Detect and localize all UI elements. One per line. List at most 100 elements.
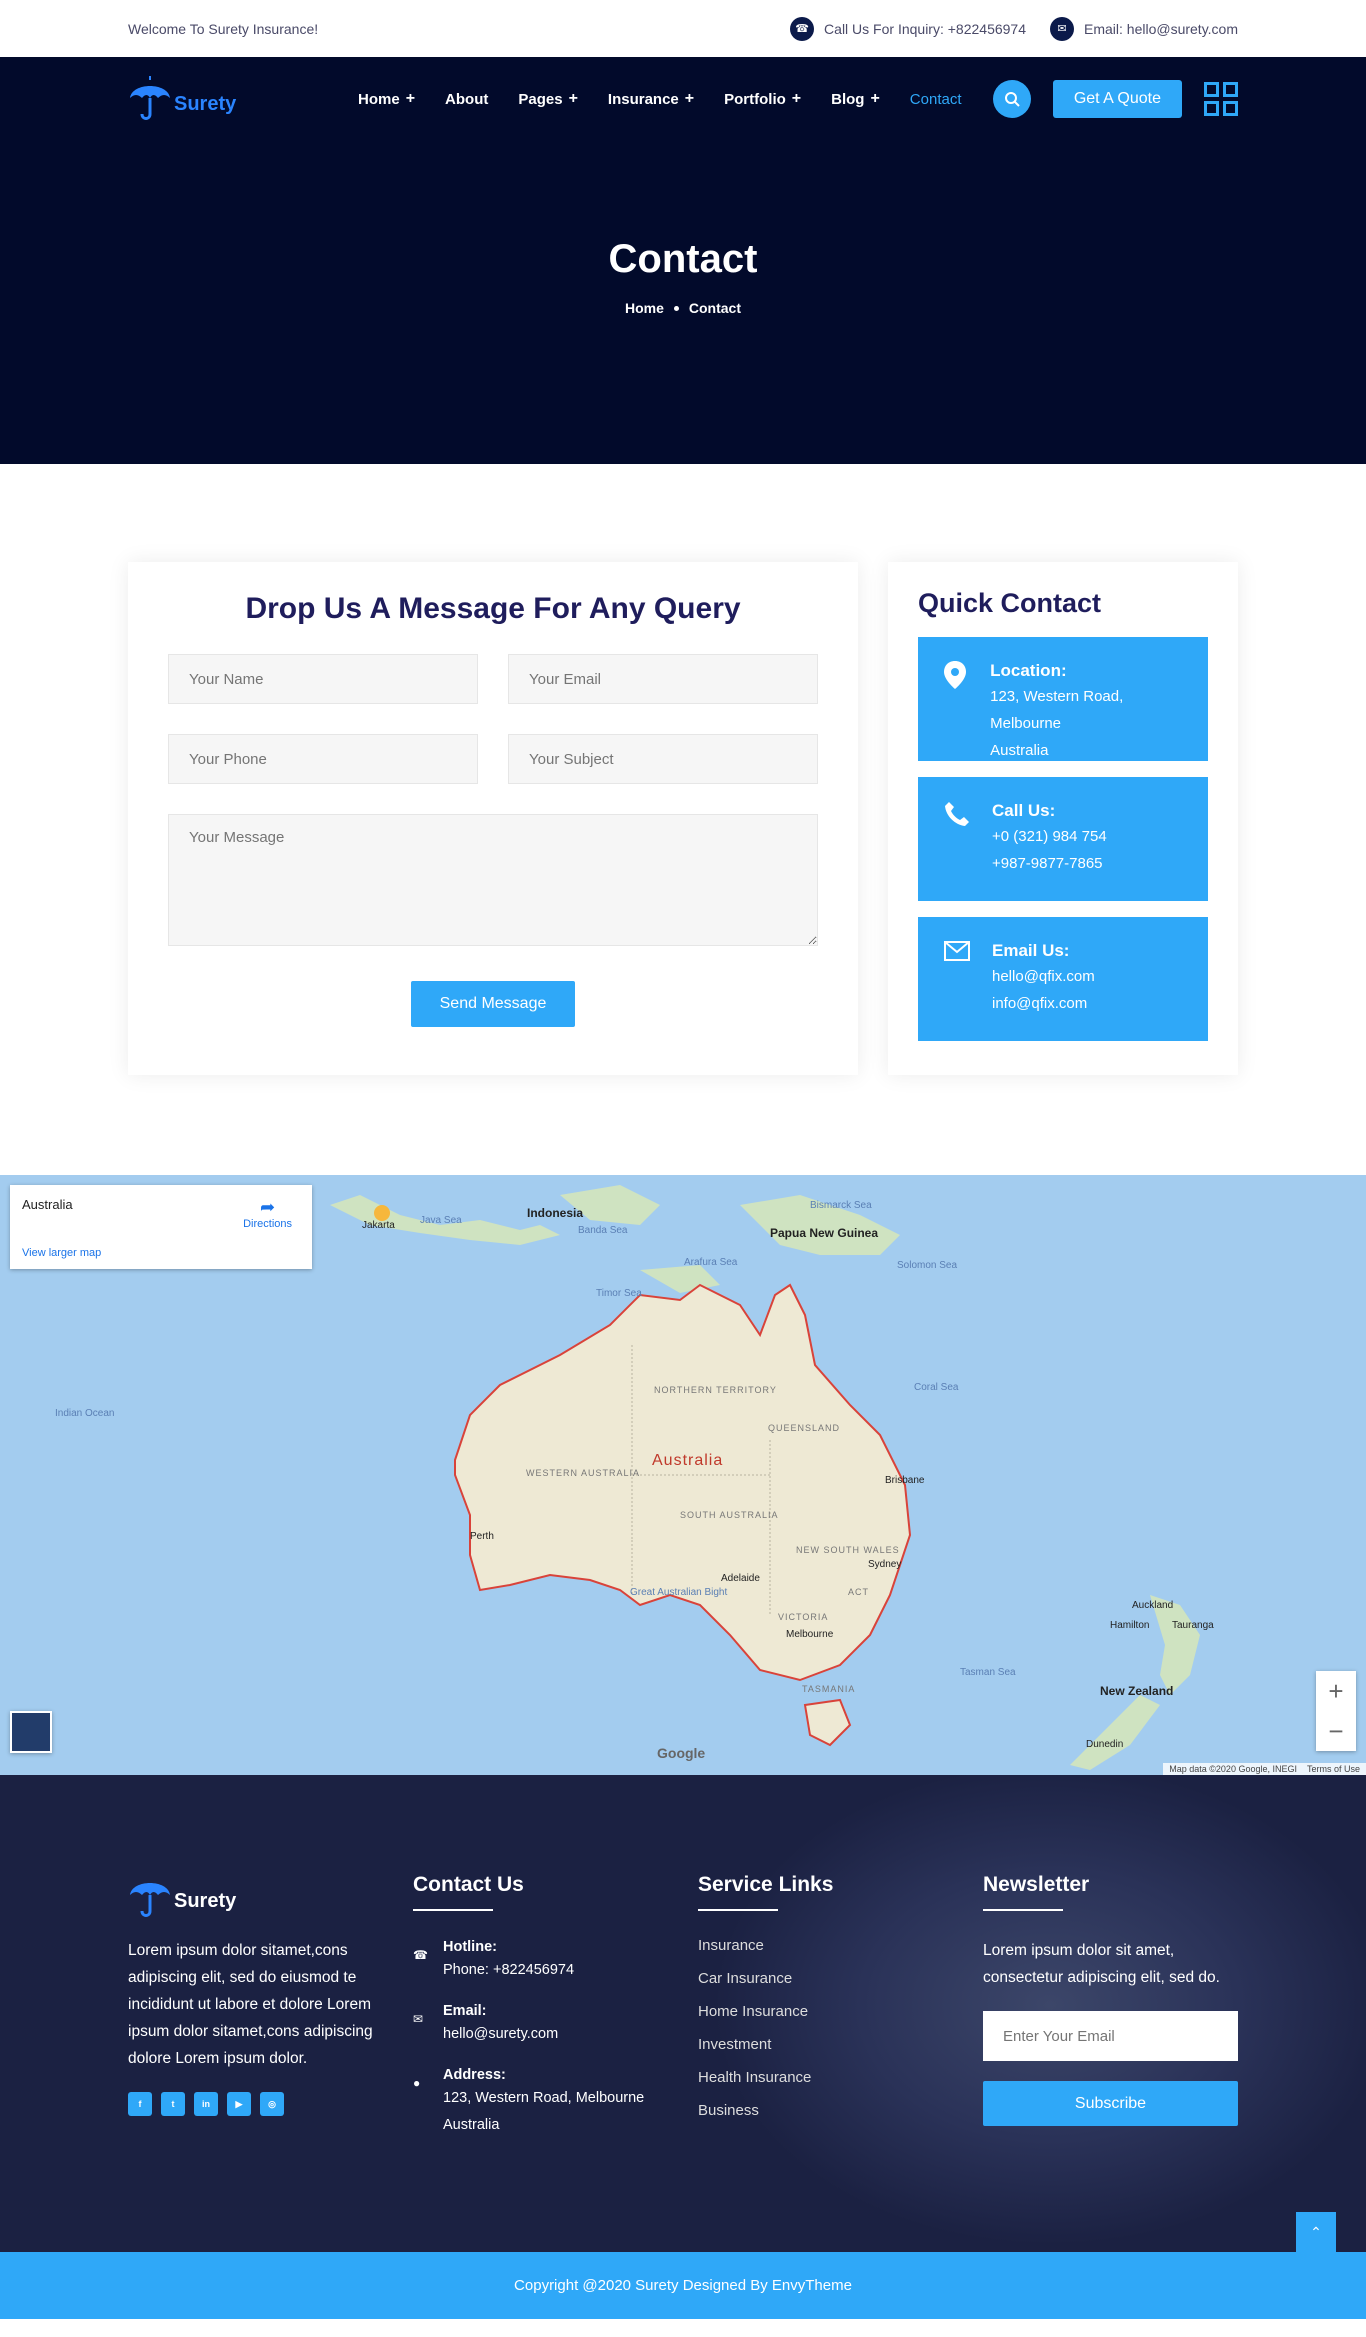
map-label: Arafura Sea: [684, 1257, 738, 1268]
twitter-icon[interactable]: t: [161, 2092, 185, 2116]
map-marker[interactable]: [374, 1205, 390, 1221]
footer-link[interactable]: Car Insurance: [698, 1970, 953, 1987]
linkedin-icon[interactable]: in: [194, 2092, 218, 2116]
umbrella-icon: [130, 1883, 170, 1917]
zoom-in-button[interactable]: +: [1316, 1671, 1356, 1711]
satellite-toggle[interactable]: [10, 1711, 52, 1753]
address-title: Address:: [443, 2067, 506, 2083]
map-label: Tauranga: [1172, 1620, 1214, 1631]
grid-menu-icon[interactable]: [1204, 82, 1238, 116]
map-terms-link[interactable]: Terms of Use: [1307, 1764, 1360, 1774]
nav-item-label: About: [445, 90, 489, 108]
breadcrumb: Home Contact: [0, 300, 1366, 316]
plus-icon: +: [684, 90, 695, 107]
back-to-top-button[interactable]: ⌃: [1296, 2212, 1336, 2252]
call-line[interactable]: +987-9877-7865: [992, 850, 1107, 877]
nav-item-label: Pages: [518, 90, 563, 108]
map-label: Solomon Sea: [897, 1260, 957, 1271]
send-message-button[interactable]: Send Message: [411, 981, 575, 1027]
footer-logo[interactable]: Surety: [128, 1873, 328, 1919]
copyright-bar: Copyright @2020 Surety Designed By EnvyT…: [0, 2252, 1366, 2319]
zoom-out-button[interactable]: −: [1316, 1711, 1356, 1751]
logo[interactable]: Surety: [128, 76, 328, 122]
newsletter-title: Newsletter: [983, 1873, 1238, 1911]
breadcrumb-home[interactable]: Home: [625, 300, 664, 316]
email-input[interactable]: [508, 654, 818, 704]
footer-link[interactable]: Business: [698, 2102, 953, 2119]
newsletter-text: Lorem ipsum dolor sit amet, consectetur …: [983, 1942, 1220, 1986]
map-label: Perth: [470, 1531, 494, 1542]
name-input[interactable]: [168, 654, 478, 704]
map-label: Dunedin: [1086, 1739, 1123, 1750]
quick-contact-call: Call Us: +0 (321) 984 754 +987-9877-7865: [918, 777, 1208, 901]
email-title: Email Us:: [992, 941, 1070, 960]
zoom-control: + −: [1316, 1671, 1356, 1751]
map-label: Hamilton: [1110, 1620, 1149, 1631]
footer: Surety Lorem ipsum dolor sitamet,cons ad…: [0, 1775, 1366, 2252]
footer-link[interactable]: Investment: [698, 2036, 953, 2053]
call-line[interactable]: +0 (321) 984 754: [992, 823, 1107, 850]
message-textarea[interactable]: [168, 814, 818, 946]
email-value[interactable]: hello@surety.com: [443, 2026, 558, 2042]
nav-item-about[interactable]: About: [445, 90, 488, 108]
footer-about-text: Lorem ipsum dolor sitamet,cons adipiscin…: [128, 1942, 373, 2067]
quick-contact-card: Quick Contact Location: 123, Western Roa…: [888, 562, 1238, 1075]
location-line: Australia: [990, 742, 1049, 759]
view-larger-map-link[interactable]: View larger map: [22, 1247, 101, 1259]
social-links: f t in ▶ ◎: [128, 2092, 383, 2116]
call-title: Call Us:: [992, 801, 1056, 820]
email-line[interactable]: hello@qfix.com: [992, 963, 1095, 990]
map-label: SOUTH AUSTRALIA: [680, 1510, 779, 1520]
envelope-icon: ✉: [1050, 16, 1074, 41]
email-line[interactable]: info@qfix.com: [992, 990, 1095, 1017]
subject-input[interactable]: [508, 734, 818, 784]
footer-links-title: Service Links: [698, 1873, 953, 1911]
nav-item-portfolio[interactable]: Portfolio +: [724, 90, 801, 108]
search-button[interactable]: [992, 80, 1031, 118]
nav-item-blog[interactable]: Blog +: [831, 90, 880, 108]
google-map[interactable]: Java Sea Banda Sea Bismarck Sea Solomon …: [0, 1175, 1366, 1775]
google-logo: Google: [657, 1745, 706, 1761]
footer-contact-title: Contact Us: [413, 1873, 668, 1911]
get-quote-button[interactable]: Get A Quote: [1052, 80, 1182, 118]
topbar-email[interactable]: ✉ Email: hello@surety.com: [1050, 16, 1238, 41]
nav-item-label: Home: [358, 90, 400, 108]
breadcrumb-current: Contact: [688, 300, 742, 316]
phone-input[interactable]: [168, 734, 478, 784]
footer-link[interactable]: Health Insurance: [698, 2069, 953, 2086]
map-label: Jakarta: [362, 1220, 395, 1231]
nav-item-pages[interactable]: Pages +: [518, 90, 578, 108]
page-hero: Contact Home Contact: [0, 141, 1366, 464]
youtube-icon[interactable]: ▶: [227, 2092, 251, 2116]
main-nav: Surety Home + About Pages + Insurance + Portfol…: [0, 57, 1366, 141]
hotline-value[interactable]: Phone: +822456974: [443, 1962, 574, 1978]
nav-item-contact[interactable]: Contact: [910, 90, 962, 108]
form-title: Drop Us A Message For Any Query: [245, 592, 741, 625]
footer-about: Surety Lorem ipsum dolor sitamet,cons ad…: [128, 1873, 383, 2156]
location-title: Location:: [990, 661, 1067, 680]
topbar-phone-text: Call Us For Inquiry: +822456974: [824, 20, 1026, 37]
footer-link[interactable]: Insurance: [698, 1937, 953, 1954]
facebook-icon[interactable]: f: [128, 2092, 152, 2116]
map-label: Timor Sea: [596, 1288, 642, 1299]
map-label: Papua New Guinea: [770, 1226, 878, 1240]
topbar-phone[interactable]: ☎ Call Us For Inquiry: +822456974: [790, 16, 1026, 41]
subscribe-button[interactable]: Subscribe: [983, 2081, 1238, 2126]
footer-link[interactable]: Home Insurance: [698, 2003, 953, 2020]
directions-link[interactable]: ➦ Directions: [243, 1197, 292, 1230]
newsletter-email-input[interactable]: [983, 2011, 1238, 2061]
footer-service-links: Service Links Insurance Car Insurance Home…: [698, 1873, 953, 2156]
map-label: VICTORIA: [778, 1612, 828, 1622]
footer-contact: Contact Us ☎ Hotline: Phone: +822456974 ✉…: [413, 1873, 668, 2156]
plus-icon: +: [791, 90, 802, 107]
map-info-card: Australia ➦ Directions View larger map: [10, 1185, 312, 1269]
directions-label: Directions: [243, 1218, 292, 1230]
nav-item-insurance[interactable]: Insurance +: [608, 90, 694, 108]
address-line: 123, Western Road, Melbourne: [443, 2090, 645, 2106]
nav-item-home[interactable]: Home +: [358, 90, 415, 108]
quick-contact-email: Email Us: hello@qfix.com info@qfix.com: [918, 917, 1208, 1041]
instagram-icon[interactable]: ◎: [260, 2092, 284, 2116]
welcome-text: Welcome To Surety Insurance!: [128, 20, 319, 37]
map-label: Sydney: [868, 1559, 901, 1570]
brand-name: Surety: [174, 93, 237, 115]
